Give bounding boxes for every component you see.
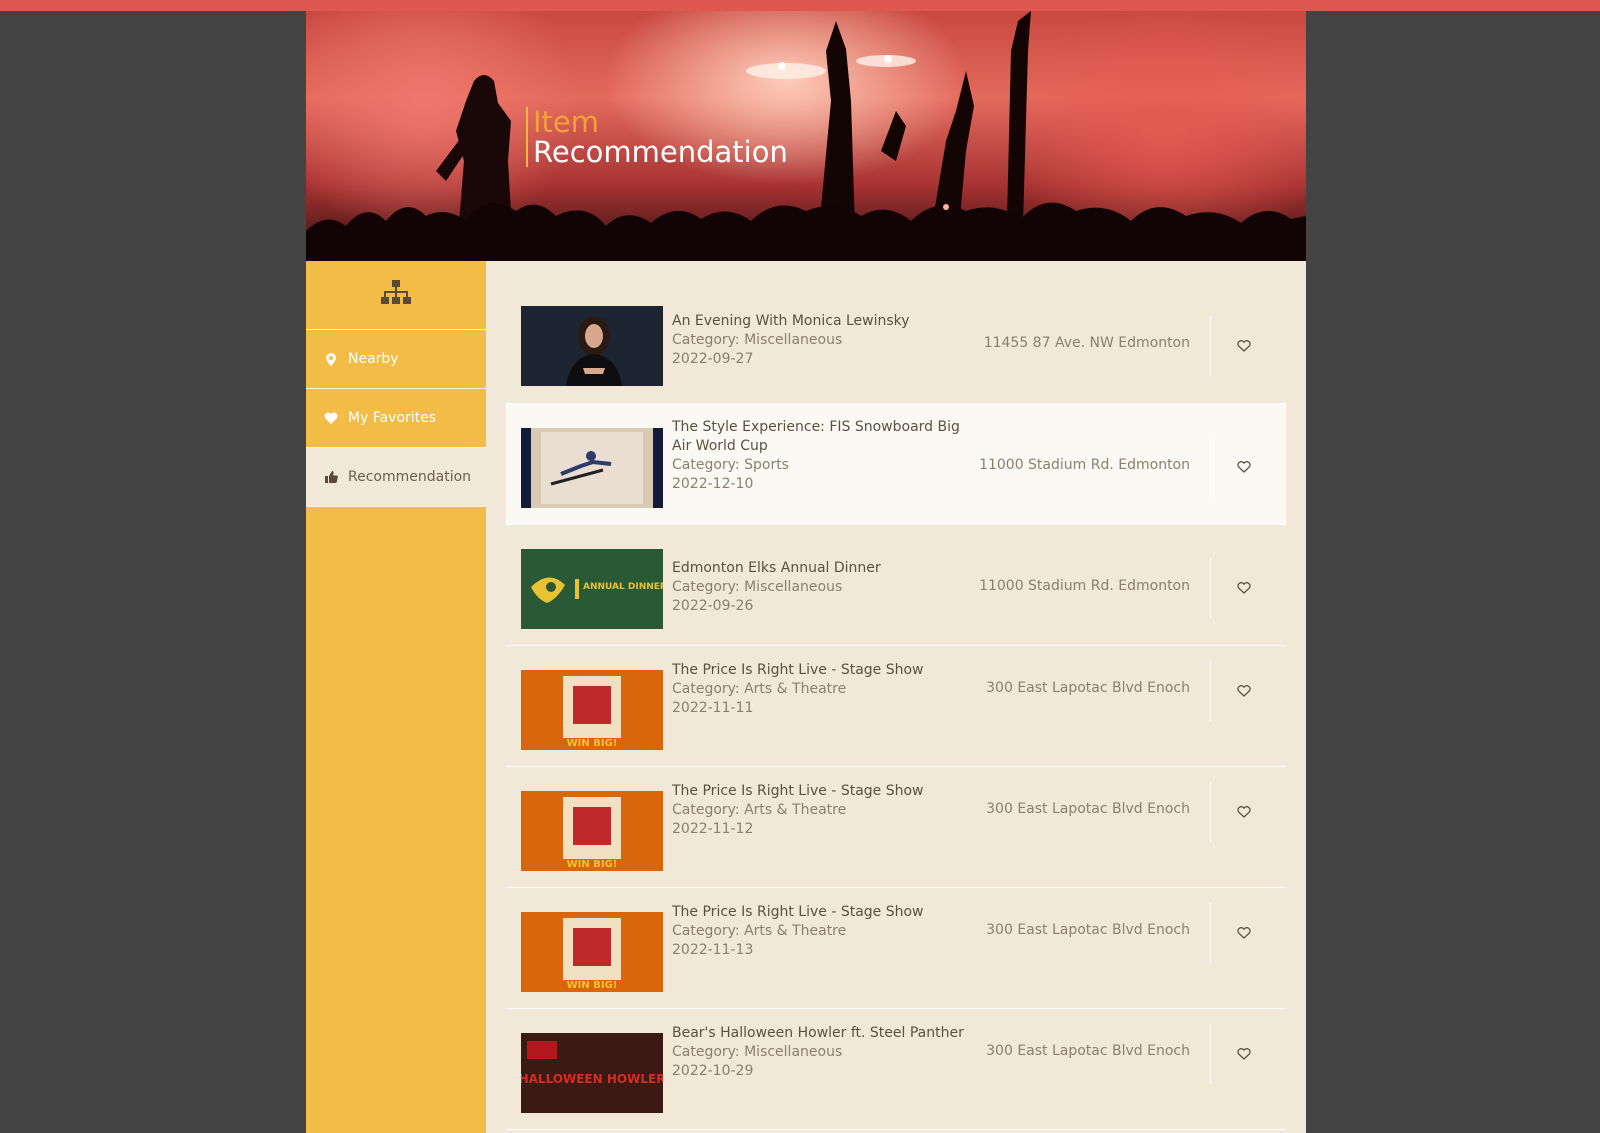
event-date: 2022-12-10 [672, 476, 754, 492]
top-accent-bar [0, 0, 1600, 11]
sidebar: Nearby My Favorites Recommendation [306, 261, 486, 1133]
event-info: An Evening With Monica Lewinsky Category… [672, 312, 972, 369]
favorite-heart-icon[interactable] [1234, 923, 1254, 943]
event-category: Category: Miscellaneous [672, 579, 843, 595]
page-container: Item Recommendation Nearby My Favorites … [306, 11, 1306, 1133]
sidebar-item-recommendation[interactable]: Recommendation [306, 448, 486, 507]
sidebar-item-label: My Favorites [348, 410, 437, 426]
sidebar-item-nearby[interactable]: Nearby [306, 330, 486, 389]
divider [1210, 661, 1211, 721]
divider [1210, 1024, 1211, 1084]
list-item[interactable]: WIN BIG! The Price Is Right Live - Stage… [506, 767, 1286, 888]
sidebar-header [306, 261, 486, 330]
divider [1210, 437, 1211, 497]
event-date: 2022-11-13 [672, 942, 754, 958]
event-thumbnail[interactable]: WIN BIG! [521, 670, 663, 750]
event-address: 11000 Stadium Rd. Edmonton [979, 578, 1190, 594]
list-item[interactable]: WIN BIG! The Price Is Right Live - Stage… [506, 646, 1286, 767]
thumbnail-text: ANNUAL DINNER [583, 582, 663, 592]
event-name[interactable]: The Style Experience: FIS Snowboard Big … [672, 418, 972, 456]
hero-banner: Item Recommendation [306, 11, 1306, 261]
event-thumbnail[interactable] [521, 306, 663, 386]
divider [1210, 903, 1211, 963]
event-address: 11455 87 Ave. NW Edmonton [983, 335, 1190, 351]
event-category: Category: Arts & Theatre [672, 681, 847, 697]
event-address: 300 East Lapotac Blvd Enoch [986, 801, 1190, 817]
event-category: Category: Arts & Theatre [672, 802, 847, 818]
event-name[interactable]: The Price Is Right Live - Stage Show [672, 661, 972, 680]
divider [1210, 558, 1211, 618]
event-date: 2022-11-11 [672, 700, 754, 716]
recommendation-list: An Evening With Monica Lewinsky Category… [486, 261, 1306, 1133]
list-item[interactable]: An Evening With Monica Lewinsky Category… [506, 283, 1286, 404]
thumbnail-text: WIN BIG! [567, 859, 618, 870]
event-date: 2022-11-12 [672, 821, 754, 837]
event-date: 2022-09-27 [672, 351, 754, 367]
sitemap-icon[interactable] [381, 280, 411, 310]
event-category: Category: Sports [672, 457, 789, 473]
event-info: Bear's Halloween Howler ft. Steel Panthe… [672, 1024, 972, 1081]
event-info: The Price Is Right Live - Stage Show Cat… [672, 661, 972, 718]
event-info: The Price Is Right Live - Stage Show Cat… [672, 903, 972, 960]
event-category: Category: Miscellaneous [672, 332, 843, 348]
thumbnail-text: WIN BIG! [567, 980, 618, 991]
favorite-heart-icon[interactable] [1234, 1044, 1254, 1064]
event-info: Edmonton Elks Annual Dinner Category: Mi… [672, 559, 972, 616]
list-item[interactable]: ANNUAL DINNER Edmonton Elks Annual Dinne… [506, 525, 1286, 646]
event-info: The Style Experience: FIS Snowboard Big … [672, 418, 972, 494]
event-name[interactable]: The Price Is Right Live - Stage Show [672, 903, 972, 922]
favorite-heart-icon[interactable] [1234, 578, 1254, 598]
sidebar-item-label: Recommendation [348, 469, 472, 485]
sidebar-item-favorites[interactable]: My Favorites [306, 389, 486, 448]
page-title-line1: Item [533, 105, 600, 139]
event-thumbnail[interactable]: WIN BIG! [521, 791, 663, 871]
favorite-heart-icon[interactable] [1234, 457, 1254, 477]
map-marker-icon [324, 352, 338, 366]
divider [1210, 782, 1211, 842]
event-thumbnail[interactable]: ANNUAL DINNER [521, 549, 663, 629]
thumbs-up-icon [324, 470, 338, 484]
event-info: The Price Is Right Live - Stage Show Cat… [672, 782, 972, 839]
event-name[interactable]: An Evening With Monica Lewinsky [672, 312, 972, 331]
heart-icon [324, 411, 338, 425]
event-thumbnail[interactable]: HALLOWEEN HOWLER [521, 1033, 663, 1113]
event-address: 11000 Stadium Rd. Edmonton [979, 457, 1190, 473]
event-address: 300 East Lapotac Blvd Enoch [986, 680, 1190, 696]
event-thumbnail[interactable]: WIN BIG! [521, 912, 663, 992]
favorite-heart-icon[interactable] [1234, 336, 1254, 356]
favorite-heart-icon[interactable] [1234, 802, 1254, 822]
page-title-line2: Recommendation [533, 135, 788, 169]
event-address: 300 East Lapotac Blvd Enoch [986, 1043, 1190, 1059]
event-name[interactable]: The Price Is Right Live - Stage Show [672, 782, 972, 801]
event-address: 300 East Lapotac Blvd Enoch [986, 922, 1190, 938]
concert-crowd-image [306, 11, 1306, 261]
event-date: 2022-10-29 [672, 1063, 754, 1079]
favorite-heart-icon[interactable] [1234, 681, 1254, 701]
page-title: Item Recommendation [526, 107, 788, 167]
thumbnail-text: HALLOWEEN HOWLER [521, 1072, 663, 1086]
list-item[interactable]: The Style Experience: FIS Snowboard Big … [506, 404, 1286, 525]
event-category: Category: Miscellaneous [672, 1044, 843, 1060]
thumbnail-text: WIN BIG! [567, 738, 618, 749]
list-item[interactable]: HALLOWEEN HOWLER Bear's Halloween Howler… [506, 1009, 1286, 1130]
event-name[interactable]: Edmonton Elks Annual Dinner [672, 559, 972, 578]
event-category: Category: Arts & Theatre [672, 923, 847, 939]
event-thumbnail[interactable] [521, 428, 663, 508]
sidebar-item-label: Nearby [348, 351, 399, 367]
list-item[interactable]: WIN BIG! The Price Is Right Live - Stage… [506, 888, 1286, 1009]
event-date: 2022-09-26 [672, 598, 754, 614]
divider [1210, 316, 1211, 376]
event-name[interactable]: Bear's Halloween Howler ft. Steel Panthe… [672, 1024, 972, 1043]
